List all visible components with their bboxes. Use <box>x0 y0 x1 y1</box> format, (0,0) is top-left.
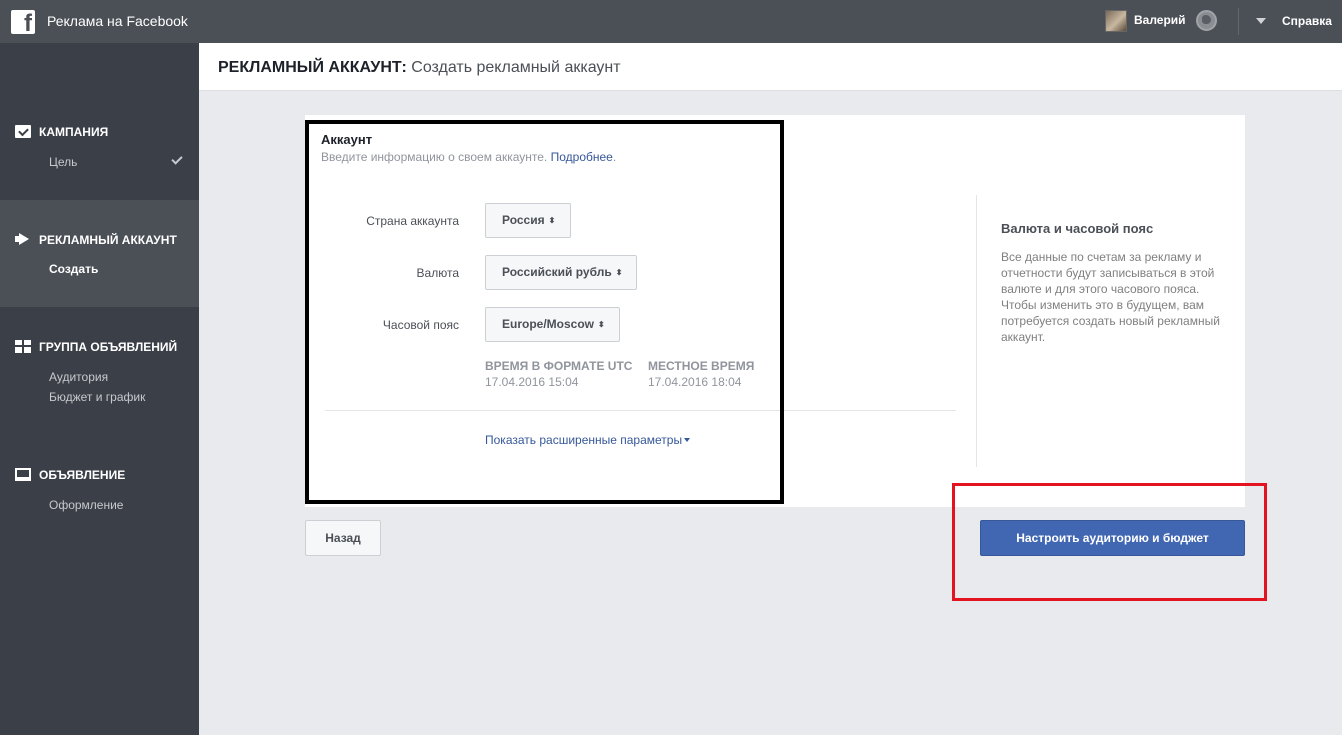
page-header: РЕКЛАМНЫЙ АККАУНТ: Создать рекламный акк… <box>199 43 1342 91</box>
help-link[interactable]: Справка <box>1282 14 1332 28</box>
highlight-frame-red <box>952 483 1267 601</box>
monitor-icon <box>15 468 31 481</box>
sidebar-item-create[interactable]: Создать <box>49 262 98 276</box>
user-avatar[interactable] <box>1105 10 1127 32</box>
sidebar-active-highlight <box>0 200 199 307</box>
globe-icon[interactable] <box>1196 10 1217 31</box>
info-title: Валюта и часовой пояс <box>1001 221 1154 236</box>
divider <box>1238 8 1239 35</box>
sidebar-section-ad-set[interactable]: ГРУППА ОБЪЯВЛЕНИЙ <box>15 340 177 354</box>
sidebar-item-budget-schedule[interactable]: Бюджет и график <box>49 390 145 404</box>
top-bar: f Реклама на Facebook Валерий Справка <box>0 0 1342 43</box>
sidebar-section-ad-account[interactable]: РЕКЛАМНЫЙ АККАУНТ <box>15 233 177 247</box>
sidebar-item-audience[interactable]: Аудитория <box>49 370 108 384</box>
facebook-logo-icon[interactable]: f <box>11 10 35 36</box>
sidebar-section-campaign[interactable]: КАМПАНИЯ <box>15 125 108 139</box>
sidebar-section-ad[interactable]: ОБЪЯВЛЕНИЕ <box>15 468 125 482</box>
grid-icon <box>15 340 31 353</box>
campaign-icon <box>15 125 31 138</box>
megaphone-icon <box>15 233 31 246</box>
sidebar-item-goal[interactable]: Цель <box>49 155 77 169</box>
app-title[interactable]: Реклама на Facebook <box>47 13 188 29</box>
chevron-down-icon[interactable] <box>1256 18 1266 24</box>
sidebar-item-creative[interactable]: Оформление <box>49 498 123 512</box>
highlight-frame-black <box>305 120 784 504</box>
divider <box>976 195 977 467</box>
page-title: РЕКЛАМНЫЙ АККАУНТ: Создать рекламный акк… <box>218 59 621 76</box>
info-text: Все данные по счетам за рекламу и отчетн… <box>1001 250 1220 344</box>
sidebar <box>0 43 199 735</box>
back-button[interactable]: Назад <box>305 520 381 556</box>
user-name-link[interactable]: Валерий <box>1134 13 1186 27</box>
